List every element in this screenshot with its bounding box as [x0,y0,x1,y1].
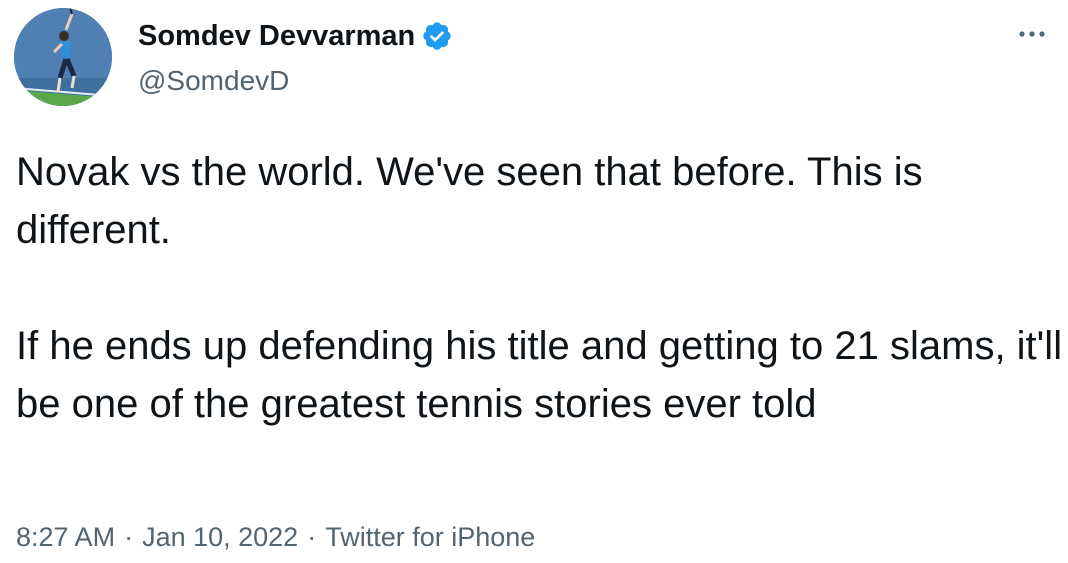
tweet-card: Somdev Devvarman @SomdevD Novak vs the w… [0,0,1068,563]
tweet-meta: 8:27 AM · Jan 10, 2022 · Twitter for iPh… [16,522,535,553]
verified-badge-icon [421,20,453,52]
tweet-paragraph-1: Novak vs the world. We've seen that befo… [16,150,923,252]
handle[interactable]: @SomdevD [138,65,453,97]
avatar[interactable] [14,8,112,106]
meta-separator: · [307,522,317,552]
display-name-row: Somdev Devvarman [138,18,453,54]
tweet-source[interactable]: Twitter for iPhone [325,522,535,553]
tennis-player-avatar-icon [14,8,112,106]
tweet-date[interactable]: Jan 10, 2022 [142,522,298,553]
author-names: Somdev Devvarman @SomdevD [138,18,453,97]
display-name[interactable]: Somdev Devvarman [138,20,415,53]
tweet-text: Novak vs the world. We've seen that befo… [16,143,1066,433]
more-options-icon[interactable] [1014,22,1050,46]
tweet-header: Somdev Devvarman @SomdevD [14,8,1054,108]
meta-separator: · [124,522,134,552]
tweet-paragraph-2: If he ends up defending his title and ge… [16,324,1063,426]
tweet-time[interactable]: 8:27 AM [16,522,115,553]
